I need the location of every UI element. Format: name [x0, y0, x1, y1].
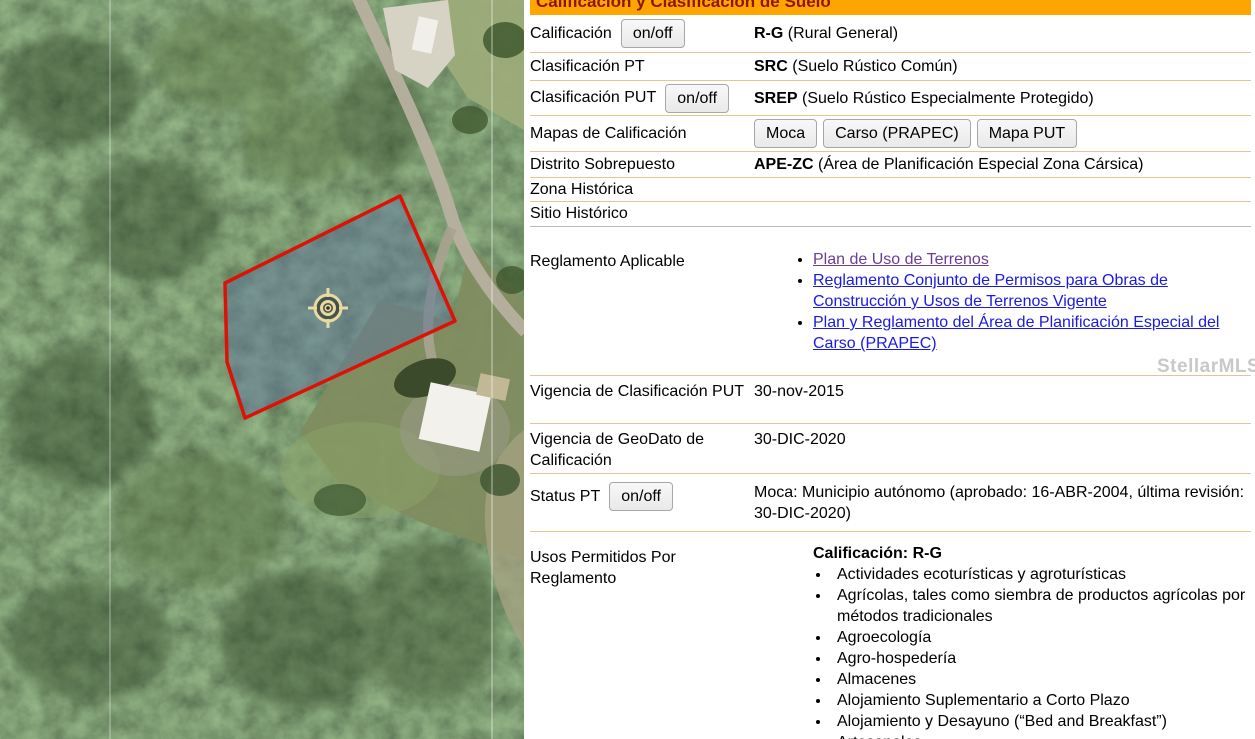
list-item: Alojamiento y Desayuno (“Bed and Breakfa…	[831, 711, 1251, 732]
clasificacion-put-label: Clasificación PUT	[530, 89, 656, 107]
row-clasificacion-put: Clasificación PUT on/off SREP (Suelo Rús…	[530, 81, 1251, 116]
moca-map-button[interactable]: Moca	[754, 119, 817, 148]
clasificacion-put-toggle-button[interactable]: on/off	[665, 84, 729, 113]
row-vigencia-geodato: Vigencia de GeoDato de Calificación 30-D…	[530, 424, 1251, 474]
panel-title: Calificación y Clasificación de Suelo	[536, 0, 831, 12]
satellite-map[interactable]	[0, 0, 524, 739]
row-zona-historica: Zona Histórica	[530, 178, 1251, 202]
mapa-put-button[interactable]: Mapa PUT	[977, 119, 1077, 148]
zona-historica-label: Zona Histórica	[530, 181, 633, 199]
distrito-desc: (Área de Planificación Especial Zona Cár…	[818, 156, 1143, 173]
list-item: Agrícolas, tales como siembra de product…	[831, 585, 1251, 627]
row-clasificacion-pt: Clasificación PT SRC (Suelo Rústico Comú…	[530, 53, 1251, 81]
sitio-historico-label: Sitio Histórico	[530, 205, 628, 223]
list-item: Agro-hospedería	[831, 648, 1251, 669]
zona-historica-value	[754, 188, 1251, 192]
section-reglamento: Reglamento Aplicable Plan de Uso de Terr…	[530, 241, 1251, 376]
page: Calificación y Clasificación de Suelo Ca…	[0, 0, 1255, 739]
clasificacion-pt-desc: (Suelo Rústico Común)	[792, 58, 957, 75]
vigencia-geodato-label: Vigencia de GeoDato de Calificación	[530, 429, 754, 471]
calificacion-code: R-G	[754, 25, 783, 42]
vigencia-put-value: 30-nov-2015	[754, 379, 1251, 404]
sitio-historico-value	[754, 212, 1251, 216]
row-vigencia-put: Vigencia de Clasificación PUT 30-nov-201…	[530, 376, 1251, 424]
row-calificacion: Calificación on/off R-G (Rural General)	[530, 15, 1251, 53]
distrito-code: APE-ZC	[754, 156, 814, 173]
row-distrito: Distrito Sobrepuesto APE-ZC (Área de Pla…	[530, 152, 1251, 178]
clasificacion-pt-code: SRC	[754, 58, 788, 75]
row-status-pt: Status PT on/off Moca: Municipio autónom…	[530, 474, 1251, 532]
carso-prapec-map-button[interactable]: Carso (PRAPEC)	[823, 119, 971, 148]
plan-reglamento-carso-link[interactable]: Plan y Reglamento del Área de Planificac…	[813, 314, 1219, 352]
list-item: Plan de Uso de Terrenos	[813, 249, 1251, 270]
reglamento-label: Reglamento Aplicable	[530, 253, 685, 271]
clasificacion-put-code: SREP	[754, 90, 798, 107]
list-item: Plan y Reglamento del Área de Planificac…	[813, 312, 1251, 354]
plan-uso-terrenos-link[interactable]: Plan de Uso de Terrenos	[813, 251, 989, 268]
land-classification-panel: Calificación y Clasificación de Suelo Ca…	[530, 0, 1251, 739]
vigencia-put-label: Vigencia de Clasificación PUT	[530, 381, 744, 402]
distrito-label: Distrito Sobrepuesto	[530, 156, 675, 174]
vigencia-geodato-value: 30-DIC-2020	[754, 427, 1251, 452]
list-item: Actividades ecoturísticas y agroturístic…	[831, 564, 1251, 585]
usos-label: Usos Permitidos Por Reglamento	[530, 547, 754, 589]
usos-heading: Calificación: R-G	[813, 543, 1251, 564]
section-usos-permitidos: Usos Permitidos Por Reglamento Calificac…	[530, 532, 1251, 739]
calificacion-label: Calificación	[530, 25, 612, 43]
status-pt-toggle-button[interactable]: on/off	[609, 482, 673, 511]
row-mapas: Mapas de Calificación Moca Carso (PRAPEC…	[530, 116, 1251, 152]
row-sitio-historico: Sitio Histórico	[530, 202, 1251, 227]
calificacion-desc: (Rural General)	[788, 25, 898, 42]
clasificacion-put-desc: (Suelo Rústico Especialmente Protegido)	[802, 90, 1094, 107]
reglamento-conjunto-link[interactable]: Reglamento Conjunto de Permisos para Obr…	[813, 272, 1168, 310]
list-item: Alojamiento Suplementario a Corto Plazo	[831, 690, 1251, 711]
list-item: Almacenes	[831, 669, 1251, 690]
mapas-label: Mapas de Calificación	[530, 125, 687, 143]
clasificacion-pt-label: Clasificación PT	[530, 58, 645, 76]
list-item: Reglamento Conjunto de Permisos para Obr…	[813, 270, 1251, 312]
status-pt-label: Status PT	[530, 488, 600, 506]
status-pt-value: Moca: Municipio autónomo (aprobado: 16-A…	[754, 480, 1251, 526]
list-item: Artesanales	[831, 732, 1251, 739]
list-item: Agroecología	[831, 627, 1251, 648]
panel-title-bar: Calificación y Clasificación de Suelo	[530, 0, 1251, 15]
calificacion-toggle-button[interactable]: on/off	[621, 19, 685, 48]
